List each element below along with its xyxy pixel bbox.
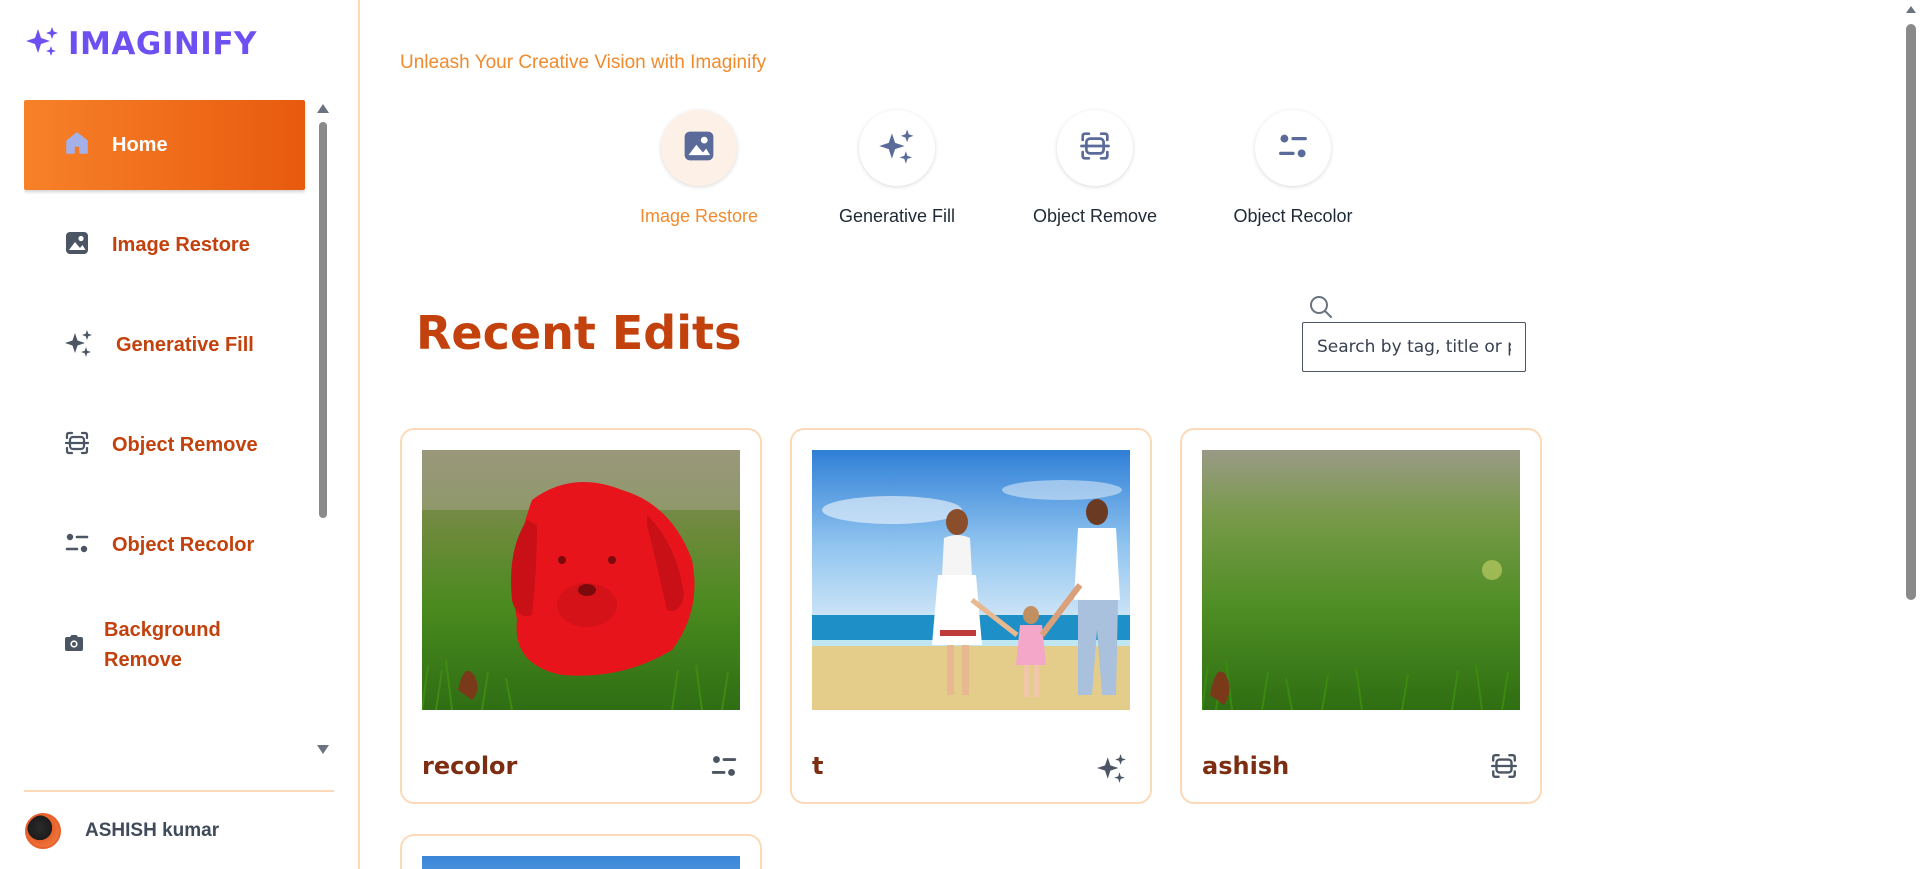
filter-icon <box>1277 130 1309 167</box>
sidebar-nav: Home Image Restore Generative Fill Objec… <box>24 100 334 760</box>
quick-action-object-remove[interactable]: Object Remove <box>996 110 1194 227</box>
edit-card[interactable] <box>400 834 762 869</box>
app-root: IMAGINIFY Home Image Restore Generative … <box>0 0 1920 869</box>
sidebar-item-object-recolor[interactable]: Object Recolor <box>24 500 305 590</box>
sidebar-item-label: Object Recolor <box>112 534 255 556</box>
quick-action-generative-fill[interactable]: Generative Fill <box>798 110 996 227</box>
quick-action-label: Image Restore <box>639 206 759 226</box>
scroll-down-arrow-icon[interactable] <box>317 745 329 754</box>
sidebar-item-generative-fill[interactable]: Generative Fill <box>24 300 305 390</box>
logo[interactable]: IMAGINIFY <box>24 24 257 64</box>
sidebar-item-background-remove[interactable]: Background Remove <box>24 600 305 690</box>
quick-action-circle[interactable] <box>1057 110 1133 186</box>
quick-action-label: Object Remove <box>1032 206 1158 226</box>
card-title: t <box>812 752 824 780</box>
camera-icon <box>62 631 86 660</box>
scroll-up-arrow-icon[interactable] <box>317 104 329 113</box>
quick-action-circle[interactable] <box>859 110 935 186</box>
sidebar-item-label: Generative Fill <box>116 334 254 356</box>
scroll-thumb[interactable] <box>319 122 327 518</box>
sidebar-item-image-restore[interactable]: Image Restore <box>24 200 305 290</box>
sidebar-item-label: Object Remove <box>112 434 258 456</box>
card-image-recolored-dog[interactable] <box>422 450 740 710</box>
quick-action-object-recolor[interactable]: Object Recolor <box>1194 110 1392 227</box>
sidebar: IMAGINIFY Home Image Restore Generative … <box>0 0 360 869</box>
main-content: Unleash Your Creative Vision with Imagin… <box>362 0 1902 869</box>
card-image-family-beach[interactable] <box>812 450 1130 710</box>
page-scrollbar[interactable] <box>1902 0 1920 869</box>
search-icon <box>1308 294 1334 325</box>
sparkles-icon <box>1096 752 1128 789</box>
quick-action-label: Object Recolor <box>1233 206 1353 226</box>
card-image-grass-field[interactable] <box>1202 450 1520 710</box>
quick-action-circle[interactable] <box>661 110 737 186</box>
card-title: recolor <box>422 752 518 780</box>
sparkles-icon <box>64 328 94 363</box>
image-icon <box>64 230 90 261</box>
user-profile[interactable]: ASHISH kumar <box>24 790 334 869</box>
search-input[interactable] <box>1302 322 1526 372</box>
quick-action-circle[interactable] <box>1255 110 1331 186</box>
scroll-up-arrow-icon[interactable] <box>1906 6 1916 13</box>
section-title: Recent Edits <box>416 306 742 360</box>
sidebar-item-label: Home <box>112 134 168 156</box>
sidebar-item-home[interactable]: Home <box>24 100 305 190</box>
page-scroll-thumb[interactable] <box>1906 24 1916 600</box>
sidebar-scrollbar[interactable] <box>316 104 330 754</box>
scan-icon <box>1490 752 1518 785</box>
edit-card[interactable]: ashish <box>1180 428 1542 804</box>
quick-action-image-restore[interactable]: Image Restore <box>600 110 798 227</box>
tagline: Unleash Your Creative Vision with Imagin… <box>400 52 767 73</box>
home-icon <box>64 130 90 161</box>
edit-card[interactable]: recolor <box>400 428 762 804</box>
quick-actions: Image Restore Generative Fill Object Rem… <box>600 110 1392 227</box>
filter-icon <box>64 530 90 561</box>
scan-icon <box>64 430 90 461</box>
sidebar-item-object-remove[interactable]: Object Remove <box>24 400 305 490</box>
card-image-partial[interactable] <box>422 856 740 869</box>
filter-icon <box>710 752 738 785</box>
sidebar-item-label: Image Restore <box>112 234 250 256</box>
sidebar-item-label: Background Remove <box>104 619 221 671</box>
edit-card[interactable]: t <box>790 428 1152 804</box>
scan-icon <box>1079 130 1111 167</box>
sparkles-logo-icon <box>24 25 62 64</box>
logo-text: IMAGINIFY <box>68 26 257 62</box>
profile-name: ASHISH kumar <box>85 819 220 841</box>
image-icon <box>682 129 716 168</box>
avatar[interactable] <box>25 812 61 849</box>
card-title: ashish <box>1202 752 1290 780</box>
sparkles-icon <box>878 127 916 170</box>
quick-action-label: Generative Fill <box>838 206 956 226</box>
